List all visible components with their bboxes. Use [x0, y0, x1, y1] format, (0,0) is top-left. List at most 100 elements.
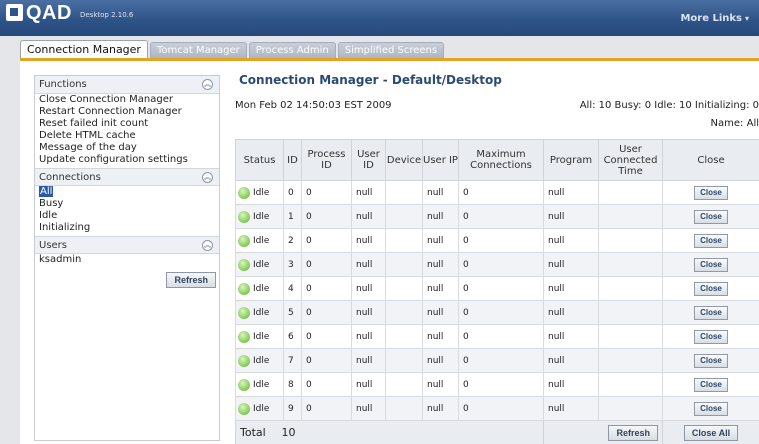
close-connection-button[interactable]: Close — [694, 257, 728, 272]
sidebar-item-reset-failed-init-count[interactable]: Reset failed init count — [35, 118, 219, 130]
close-connection-button[interactable]: Close — [694, 281, 728, 296]
column-header[interactable]: Status — [235, 139, 284, 181]
tab-connection-manager[interactable]: Connection Manager — [20, 40, 148, 58]
sidebar-item-busy[interactable]: Busy — [35, 198, 219, 210]
functions-title: Functions — [39, 79, 87, 90]
cell-max-conn: 0 — [458, 300, 544, 325]
close-connection-button[interactable]: Close — [694, 305, 728, 320]
sidebar-item-ksadmin[interactable]: ksadmin — [35, 254, 219, 266]
cell-max-conn: 0 — [458, 180, 544, 205]
cell-time — [598, 276, 663, 301]
cell-user-id: null — [351, 348, 386, 373]
close-cell: Close — [662, 372, 759, 397]
refresh-button[interactable]: Refresh — [608, 424, 658, 441]
column-header[interactable]: User ID — [351, 139, 386, 181]
close-connection-button[interactable]: Close — [694, 329, 728, 344]
cell-time — [598, 252, 663, 277]
cell-user-ip: null — [422, 324, 459, 349]
close-cell: Close — [662, 252, 759, 277]
close-connection-button[interactable]: Close — [694, 185, 728, 200]
column-header[interactable]: User IP — [422, 139, 459, 181]
cell-process-id: 0 — [301, 300, 352, 325]
cell-user-id: null — [351, 396, 386, 421]
column-header[interactable]: Process ID — [301, 139, 352, 181]
sidebar-item-idle[interactable]: Idle — [35, 210, 219, 222]
cell-program: null — [543, 276, 599, 301]
tab-process-admin[interactable]: Process Admin — [248, 42, 336, 58]
cell-max-conn: 0 — [458, 348, 544, 373]
cell-program: null — [543, 228, 599, 253]
collapse-icon[interactable]: ︽ — [202, 79, 213, 90]
cell-time — [598, 180, 663, 205]
sidebar-item-all-label: All — [39, 186, 54, 197]
column-header[interactable]: User Connected Time — [598, 139, 663, 181]
timestamp: Mon Feb 02 14:50:03 EST 2009 — [235, 100, 392, 111]
close-connection-button[interactable]: Close — [694, 377, 728, 392]
table-row[interactable]: Idle 4 0 null null 0 null Close — [235, 276, 759, 301]
table-row[interactable]: Idle 5 0 null null 0 null Close — [235, 300, 759, 325]
tab-tomcat-manager[interactable]: Tomcat Manager — [149, 42, 247, 58]
collapse-icon[interactable]: ︽ — [202, 240, 213, 251]
close-cell: Close — [662, 276, 759, 301]
connections-header: Connections ︽ — [35, 168, 219, 186]
close-cell: Close — [662, 180, 759, 205]
column-header[interactable]: Program — [543, 139, 599, 181]
cell-process-id: 0 — [301, 276, 352, 301]
cell-device — [385, 300, 423, 325]
table-row[interactable]: Idle 8 0 null null 0 null Close — [235, 372, 759, 397]
cell-user-ip: null — [422, 396, 459, 421]
connection-summary: All: 10 Busy: 0 Idle: 10 Initializing: 0 — [579, 100, 759, 111]
close-connection-button[interactable]: Close — [694, 353, 728, 368]
cell-program: null — [543, 252, 599, 277]
cell-device — [385, 252, 423, 277]
close-all-button[interactable]: Close All — [683, 424, 739, 441]
more-links-label: More Links — [680, 13, 742, 24]
column-header[interactable]: Device — [385, 139, 423, 181]
cell-program: null — [543, 300, 599, 325]
collapse-icon[interactable]: ︽ — [202, 172, 213, 183]
logo-text: QAD — [26, 2, 72, 24]
sidebar-item-message-of-the-day[interactable]: Message of the day — [35, 142, 219, 154]
sidebar-item-close-connection-manager[interactable]: Close Connection Manager — [35, 94, 219, 106]
table-row[interactable]: Idle 2 0 null null 0 null Close — [235, 228, 759, 253]
refresh-users-button[interactable]: Refresh — [166, 272, 216, 288]
sidebar: Functions ︽ Close Connection Manager Res… — [34, 75, 220, 441]
sidebar-item-initializing[interactable]: Initializing — [35, 222, 219, 234]
cell-max-conn: 0 — [458, 204, 544, 229]
more-links-button[interactable]: More Links ▾ — [680, 13, 749, 24]
close-connection-button[interactable]: Close — [694, 233, 728, 248]
sidebar-item-restart-connection-manager[interactable]: Restart Connection Manager — [35, 106, 219, 118]
users-actions: Refresh — [35, 266, 219, 288]
sidebar-item-update-configuration-settings[interactable]: Update configuration settings — [35, 154, 219, 166]
cell-user-id: null — [351, 372, 386, 397]
table-row[interactable]: Idle 6 0 null null 0 null Close — [235, 324, 759, 349]
tab-simplified-screens[interactable]: Simplified Screens — [337, 42, 445, 58]
cell-max-conn: 0 — [458, 324, 544, 349]
close-connection-button[interactable]: Close — [694, 401, 728, 416]
table-row[interactable]: Idle 7 0 null null 0 null Close — [235, 348, 759, 373]
table-row[interactable]: Idle 3 0 null null 0 null Close — [235, 252, 759, 277]
table-row[interactable]: Idle 1 0 null null 0 null Close — [235, 204, 759, 229]
table-body: Idle 0 0 null null 0 null Close Idle 1 0 null null 0 n… — [235, 180, 759, 421]
status-dot-icon — [238, 402, 250, 415]
cell-max-conn: 0 — [458, 372, 544, 397]
cell-device — [385, 324, 423, 349]
status-cell: Idle — [235, 324, 284, 349]
status-dot-icon — [238, 258, 250, 271]
close-connection-button[interactable]: Close — [694, 209, 728, 224]
table-row[interactable]: Idle 9 0 null null 0 null Close — [235, 396, 759, 421]
cell-time — [598, 372, 663, 397]
status-cell: Idle — [235, 228, 284, 253]
column-header[interactable]: ID — [283, 139, 302, 181]
status-label: Idle — [253, 355, 270, 366]
column-header[interactable]: Maximum Connections — [458, 139, 544, 181]
column-header[interactable]: Close — [662, 139, 759, 181]
table-row[interactable]: Idle 0 0 null null 0 null Close — [235, 180, 759, 205]
cell-user-ip: null — [422, 372, 459, 397]
cell-time — [598, 324, 663, 349]
sidebar-item-all[interactable]: All — [35, 186, 219, 198]
sidebar-item-delete-html-cache[interactable]: Delete HTML cache — [35, 130, 219, 142]
users-title: Users — [39, 240, 68, 251]
close-cell: Close — [662, 300, 759, 325]
status-dot-icon — [238, 330, 250, 343]
